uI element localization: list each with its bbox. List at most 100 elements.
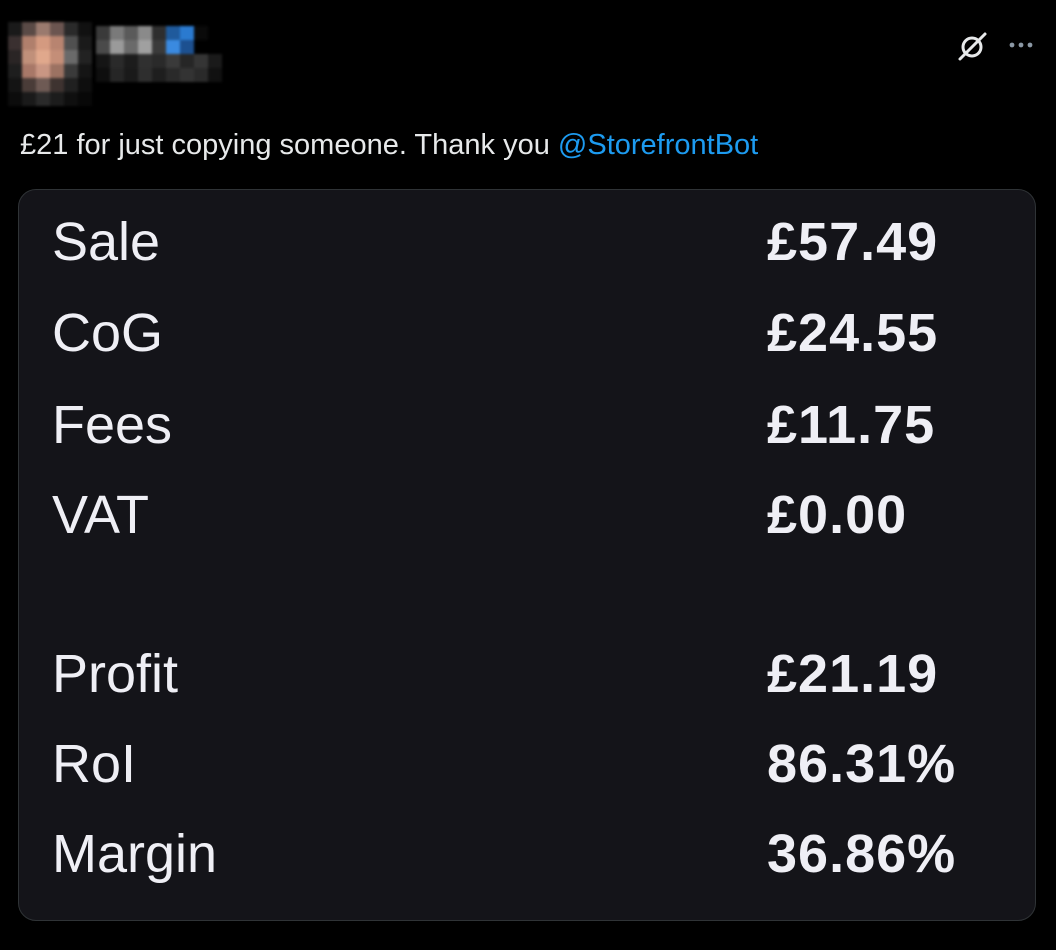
avatar-pixel xyxy=(22,92,36,106)
avatar-pixel xyxy=(22,64,36,78)
avatar-pixel xyxy=(36,64,50,78)
name-pixel xyxy=(110,26,124,40)
row-value: 36.86% xyxy=(767,824,957,884)
name-pixel xyxy=(166,40,180,54)
avatar-pixel xyxy=(36,22,50,36)
avatar-pixel xyxy=(64,50,78,64)
row-vat: VAT £0.00 xyxy=(19,475,1035,555)
name-pixel xyxy=(124,54,138,68)
name-pixel xyxy=(138,54,152,68)
avatar-pixel xyxy=(78,92,92,106)
avatar-pixel xyxy=(50,64,64,78)
avatar-pixel xyxy=(50,92,64,106)
row-label: Sale xyxy=(52,212,161,272)
name-pixel xyxy=(208,54,222,68)
row-profit: Profit £21.19 xyxy=(19,634,1035,714)
post-text-body: £21 for just copying someone. Thank you xyxy=(20,129,558,161)
avatar-pixel xyxy=(64,36,78,50)
avatar-pixel xyxy=(22,36,36,50)
name-pixel xyxy=(124,68,138,82)
name-pixel xyxy=(180,54,194,68)
avatar-pixel xyxy=(36,92,50,106)
row-fees: Fees £11.75 xyxy=(19,385,1035,465)
avatar-pixel xyxy=(36,78,50,92)
avatar-pixel xyxy=(22,50,36,64)
post-header xyxy=(0,0,1056,110)
avatar-pixel xyxy=(50,36,64,50)
name-pixel xyxy=(222,40,236,54)
row-value: £24.55 xyxy=(767,303,939,363)
avatar-pixel xyxy=(64,64,78,78)
avatar-pixelated[interactable] xyxy=(8,22,92,106)
name-pixel xyxy=(124,40,138,54)
avatar-pixel xyxy=(78,64,92,78)
avatar-pixel xyxy=(50,50,64,64)
avatar-pixel xyxy=(50,22,64,36)
grok-icon[interactable] xyxy=(956,30,988,62)
avatar-pixel xyxy=(78,22,92,36)
name-pixel xyxy=(222,68,236,82)
name-pixel xyxy=(110,68,124,82)
row-label: Fees xyxy=(52,395,173,455)
attached-image-card[interactable]: Sale £57.49 CoG £24.55 Fees £11.75 VAT £… xyxy=(18,189,1036,921)
row-value: £11.75 xyxy=(767,395,936,455)
row-value: 86.31% xyxy=(767,734,957,794)
avatar-pixel xyxy=(36,50,50,64)
row-roi: RoI 86.31% xyxy=(19,724,1035,804)
avatar-pixel xyxy=(22,22,36,36)
avatar-pixel xyxy=(8,22,22,36)
name-pixel xyxy=(194,68,208,82)
avatar-pixel xyxy=(64,22,78,36)
name-pixel xyxy=(194,26,208,40)
avatar-pixel xyxy=(8,36,22,50)
mention-link[interactable]: @StorefrontBot xyxy=(558,129,758,161)
name-pixel xyxy=(222,26,236,40)
more-options-icon[interactable] xyxy=(1004,30,1038,60)
name-pixel xyxy=(110,40,124,54)
name-pixel xyxy=(110,54,124,68)
avatar-pixel xyxy=(8,92,22,106)
name-pixel xyxy=(166,54,180,68)
name-pixel xyxy=(124,26,138,40)
name-pixel xyxy=(138,40,152,54)
row-label: VAT xyxy=(52,485,150,545)
name-pixel xyxy=(152,26,166,40)
name-pixel xyxy=(180,68,194,82)
name-pixel xyxy=(138,68,152,82)
name-pixel xyxy=(166,68,180,82)
avatar-pixel xyxy=(78,78,92,92)
name-pixel xyxy=(138,26,152,40)
name-pixel xyxy=(166,26,180,40)
name-pixel xyxy=(96,68,110,82)
author-name-pixelated[interactable] xyxy=(96,26,236,82)
name-pixel xyxy=(96,40,110,54)
row-sale: Sale £57.49 xyxy=(19,202,1035,282)
name-pixel xyxy=(152,54,166,68)
avatar-pixel xyxy=(78,36,92,50)
name-pixel xyxy=(208,26,222,40)
name-pixel xyxy=(152,68,166,82)
row-margin: Margin 36.86% xyxy=(19,814,1035,894)
row-label: Margin xyxy=(52,824,218,884)
row-label: RoI xyxy=(52,734,137,794)
name-pixel xyxy=(194,40,208,54)
avatar-pixel xyxy=(78,50,92,64)
post-text: £21 for just copying someone. Thank you … xyxy=(20,127,758,163)
name-pixel xyxy=(222,54,236,68)
avatar-pixel xyxy=(64,92,78,106)
row-label: CoG xyxy=(52,303,164,363)
row-cog: CoG £24.55 xyxy=(19,293,1035,373)
row-value: £21.19 xyxy=(767,644,939,704)
name-pixel xyxy=(96,26,110,40)
avatar-pixel xyxy=(8,64,22,78)
name-pixel xyxy=(208,68,222,82)
avatar-pixel xyxy=(64,78,78,92)
row-label: Profit xyxy=(52,644,179,704)
name-pixel xyxy=(180,26,194,40)
avatar-pixel xyxy=(36,36,50,50)
row-value: £57.49 xyxy=(767,212,939,272)
name-pixel xyxy=(194,54,208,68)
avatar-pixel xyxy=(8,50,22,64)
name-pixel xyxy=(208,40,222,54)
name-pixel xyxy=(96,54,110,68)
